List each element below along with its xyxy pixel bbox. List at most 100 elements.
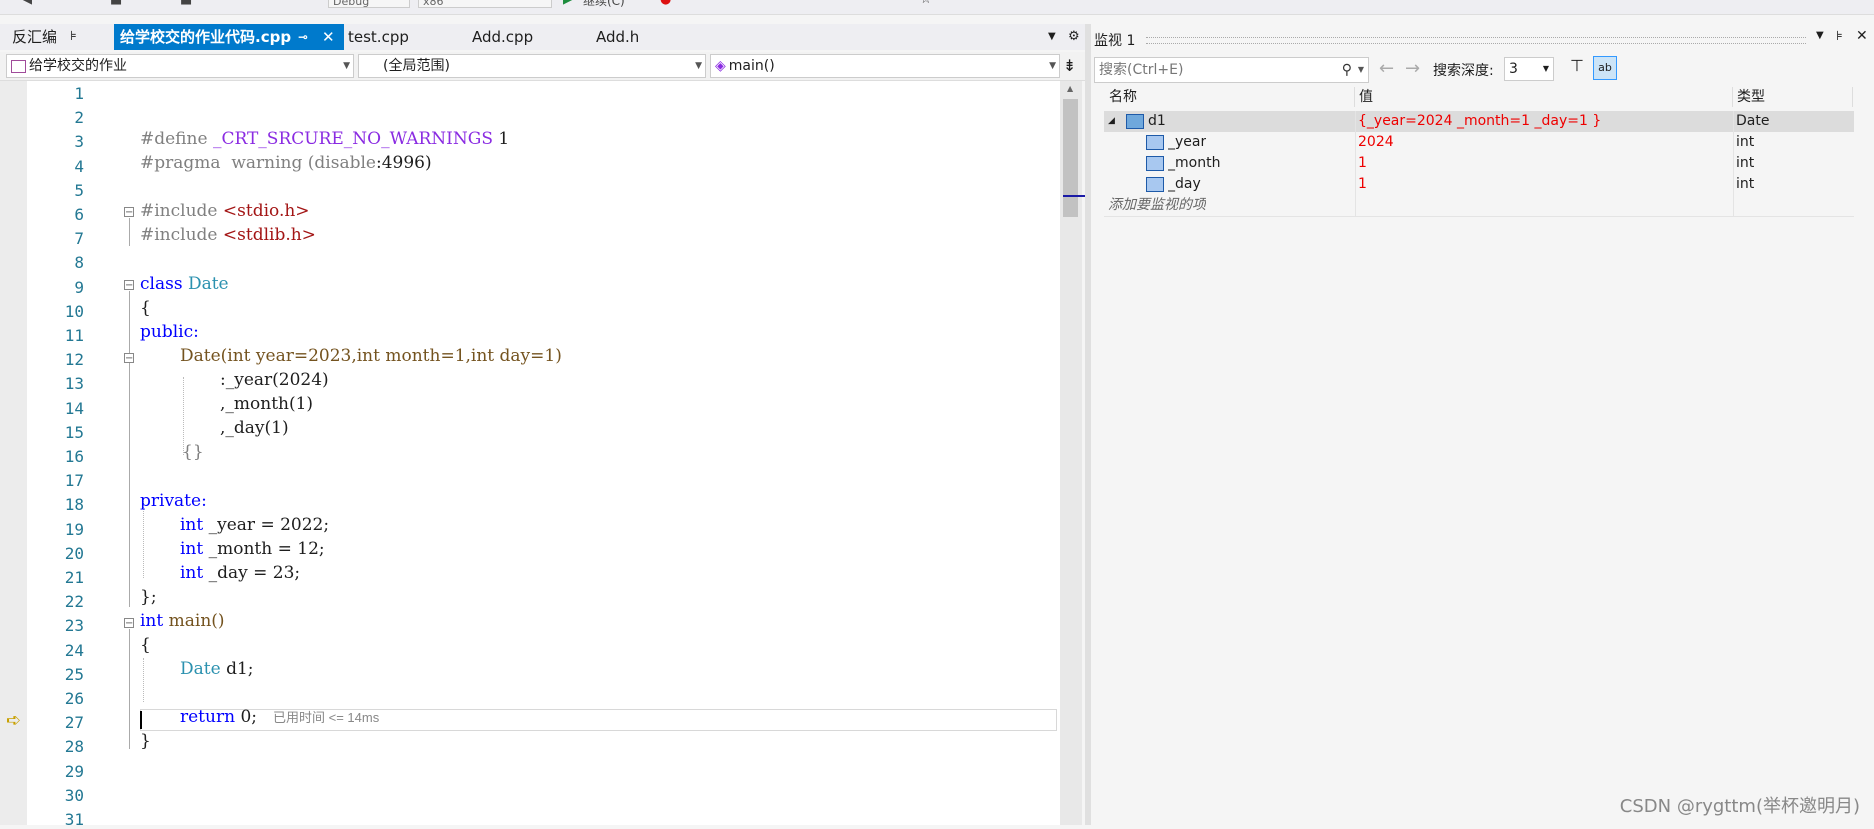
private-field-icon	[1146, 156, 1164, 171]
code-line-6: #include <stdio.h>	[140, 201, 310, 221]
code-line-18: private:	[140, 491, 207, 511]
chevron-down-icon: ▼	[343, 61, 350, 71]
pin-icon[interactable]: ⊧	[1836, 29, 1843, 44]
tab-list-dropdown-icon[interactable]: ▼	[1048, 24, 1056, 50]
back-icon[interactable]: ◀	[22, 0, 32, 8]
line-number: 4	[74, 156, 84, 176]
window-menu-icon[interactable]: ▼	[1816, 30, 1824, 41]
project-dropdown[interactable]: 给学校交的作业 ▼	[6, 54, 354, 78]
pin-icon[interactable]: ⊸	[298, 24, 308, 50]
watch-value[interactable]: 2024	[1358, 132, 1394, 153]
code-line-10: {	[140, 298, 151, 318]
watch-value[interactable]: 1	[1358, 174, 1367, 195]
watch-row-day[interactable]: _day 1 int	[1104, 174, 1854, 195]
watch-value[interactable]: 1	[1358, 153, 1367, 174]
search-depth-label: 搜索深度:	[1433, 63, 1494, 79]
chevron-down-icon[interactable]: ▼	[1358, 58, 1364, 82]
fold-toggle-icon[interactable]: −	[124, 207, 134, 218]
close-icon[interactable]: ✕	[1856, 28, 1868, 44]
code-line-7: #include <stdlib.h>	[140, 225, 316, 245]
line-number: 16	[64, 447, 84, 466]
watch-name: _day	[1168, 176, 1201, 192]
scrollbar-thumb[interactable]	[1063, 99, 1078, 217]
platform-dropdown[interactable]: x86	[418, 0, 552, 8]
fold-guide	[129, 218, 130, 246]
watch-type: int	[1736, 155, 1755, 171]
fold-toggle-icon[interactable]: −	[124, 280, 134, 291]
search-icon[interactable]: ⚲	[1342, 58, 1352, 82]
line-number: 27	[64, 713, 84, 733]
watch-row-year[interactable]: _year 2024 int	[1104, 132, 1854, 153]
code-line-20: int _month = 12;	[180, 539, 325, 559]
code-line-21: int _day = 23;	[180, 563, 300, 583]
member-decl: _year = 2022;	[203, 515, 330, 535]
hex-display-toggle-icon[interactable]: ab	[1593, 56, 1617, 80]
watch-value[interactable]: {_year=2024 _month=1 _day=1 }	[1358, 111, 1601, 132]
config-dropdown[interactable]: Debug	[328, 0, 410, 8]
expand-triangle-icon[interactable]: ◢	[1108, 111, 1115, 132]
brace: {	[140, 298, 151, 318]
close-icon[interactable]: ✕	[322, 24, 335, 50]
continue-button[interactable]: 继续(C)	[583, 0, 625, 8]
tab-disassembly[interactable]: 反汇编	[6, 24, 63, 50]
line-number: 1	[74, 84, 84, 103]
tab-label: 给学校交的作业代码.cpp	[120, 28, 292, 46]
tab-add-h[interactable]: Add.h	[590, 24, 645, 50]
member-dropdown[interactable]: ◈ main() ▼	[710, 54, 1060, 78]
tab-label: 反汇编	[12, 28, 58, 46]
stop-icon[interactable]: ●	[660, 0, 671, 8]
add-watch-placeholder[interactable]: 添加要监视的项	[1108, 195, 1206, 216]
watch-add-item-row[interactable]: 添加要监视的项	[1104, 195, 1854, 216]
watch-type: int	[1736, 176, 1755, 192]
keyword: class	[140, 274, 188, 294]
tab-label: Add.cpp	[472, 28, 534, 46]
scroll-up-icon[interactable]: ▲	[1067, 84, 1073, 93]
perf-tip[interactable]: 已用时间 <= 14ms	[273, 710, 379, 725]
code-line-22: };	[140, 587, 157, 607]
fold-toggle-icon[interactable]: −	[124, 353, 134, 364]
code-line-23: int main()	[140, 611, 225, 631]
back-arrow-icon[interactable]: ←	[1379, 58, 1394, 79]
save-icon[interactable]: ■	[110, 0, 122, 8]
code-line-15: ,_day(1)	[220, 418, 289, 438]
scope-dropdown[interactable]: (全局范围) ▼	[358, 54, 706, 78]
code-line-24: {	[140, 635, 151, 655]
chevron-down-icon: ▼	[695, 61, 702, 71]
drag-grip[interactable]	[1146, 37, 1806, 44]
tab-homework-cpp[interactable]: 给学校交的作业代码.cpp ⊸ ✕	[114, 24, 344, 50]
forward-arrow-icon[interactable]: →	[1405, 58, 1420, 79]
line-number: 8	[74, 253, 84, 273]
pin-icon[interactable]: ⊧	[70, 24, 77, 50]
fold-toggle-icon[interactable]: −	[124, 618, 134, 629]
code-line-3: #define _CRT_SRCURE_NO_WARNINGS 1	[140, 129, 509, 149]
private-field-icon	[1146, 177, 1164, 192]
access-specifier: public:	[140, 322, 199, 342]
watch-row-d1[interactable]: ◢ d1 {_year=2024 _month=1 _day=1 } Date	[1104, 111, 1854, 132]
code-line-14: ,_month(1)	[220, 394, 313, 414]
continue-icon[interactable]: ▶	[563, 0, 573, 8]
column-divider	[1733, 111, 1734, 217]
tab-test-cpp[interactable]: test.cpp	[342, 24, 415, 50]
tab-add-cpp[interactable]: Add.cpp	[466, 24, 539, 50]
keyword: int	[140, 611, 164, 631]
search-placeholder: 搜索(Ctrl+E)	[1099, 62, 1184, 78]
tab-label: Add.h	[596, 28, 640, 46]
brace: {	[140, 635, 151, 655]
watch-search-input[interactable]: 搜索(Ctrl+E) ⚲ ▼	[1094, 57, 1369, 83]
search-depth-dropdown[interactable]: 3 ▼	[1504, 57, 1554, 81]
column-header-name[interactable]: 名称	[1105, 87, 1355, 107]
pin-watch-icon[interactable]: ⊤	[1570, 56, 1584, 75]
save-all-icon[interactable]: ■	[180, 0, 192, 8]
settings-gear-icon[interactable]: ⚙	[1068, 24, 1080, 50]
text-cursor	[140, 711, 142, 729]
bookmark-icon[interactable]: ☆	[920, 0, 932, 8]
watch-row-month[interactable]: _month 1 int	[1104, 153, 1854, 174]
macro-value: 1	[493, 129, 510, 149]
macro-name: _CRT_SRCURE_NO_WARNINGS	[212, 129, 493, 149]
class-name: Date	[187, 274, 229, 294]
column-header-type[interactable]: 类型	[1733, 87, 1853, 107]
split-view-icon[interactable]: ⇟	[1063, 56, 1076, 75]
column-header-value[interactable]: 值	[1355, 87, 1733, 107]
watermark: CSDN @rygttm(举杯邀明月)	[1619, 796, 1860, 817]
fold-guide	[129, 629, 130, 749]
